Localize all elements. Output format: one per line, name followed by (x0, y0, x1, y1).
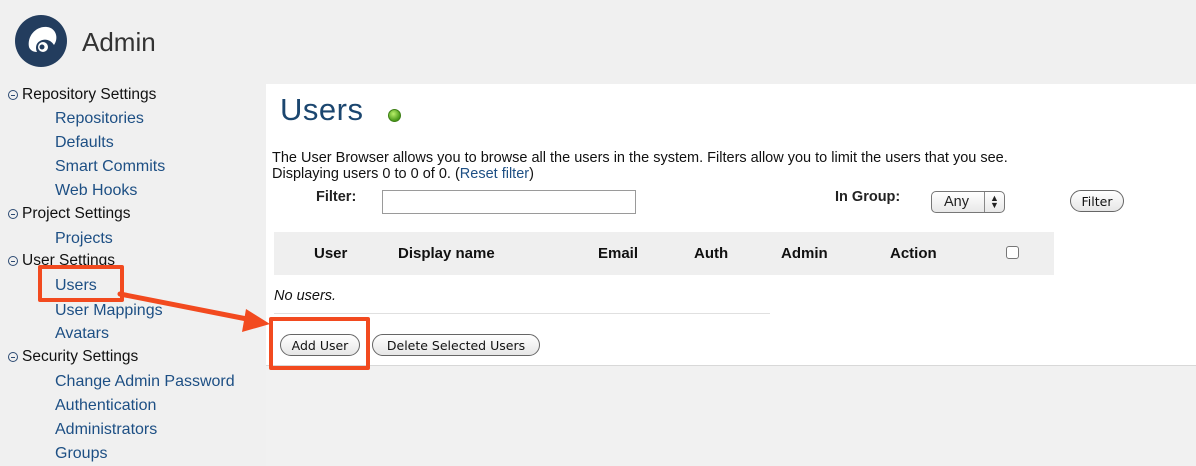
sidebar-section-security-settings[interactable]: Security Settings (8, 348, 138, 366)
sidebar-section-label: Security Settings (22, 348, 139, 365)
group-select-value: Any (944, 194, 969, 210)
delete-selected-users-button[interactable]: Delete Selected Users (372, 334, 540, 356)
highlight-add-user-box (269, 317, 370, 370)
column-header-admin[interactable]: Admin (781, 245, 828, 262)
description-line: The User Browser allows you to browse al… (272, 150, 1008, 166)
column-header-display-name[interactable]: Display name (398, 245, 495, 262)
users-table-header: User Display name Email Auth Admin Actio… (274, 232, 1054, 275)
sidebar-item-projects[interactable]: Projects (55, 230, 113, 248)
highlight-users-box (38, 265, 124, 302)
sidebar-item-authentication[interactable]: Authentication (55, 397, 156, 415)
sidebar-item-web-hooks[interactable]: Web Hooks (55, 182, 137, 200)
sidebar-item-user-mappings[interactable]: User Mappings (55, 302, 163, 320)
sidebar-item-groups[interactable]: Groups (55, 445, 107, 463)
sidebar-item-avatars[interactable]: Avatars (55, 325, 109, 343)
sidebar-item-smart-commits[interactable]: Smart Commits (55, 158, 165, 176)
collapse-icon[interactable] (8, 352, 18, 362)
reset-filter-link[interactable]: Reset filter (460, 166, 529, 182)
sidebar-section-label: Repository Settings (22, 86, 157, 103)
select-all-checkbox[interactable] (1006, 246, 1019, 259)
description-text: The User Browser allows you to browse al… (272, 150, 1172, 182)
app-title: Admin (82, 27, 156, 57)
filter-label: Filter: (316, 189, 357, 205)
table-empty-row: No users. (274, 275, 770, 314)
sidebar-item-change-admin-password[interactable]: Change Admin Password (55, 373, 235, 391)
select-arrows-icon: ▲ ▼ (984, 192, 1004, 212)
sidebar-item-defaults[interactable]: Defaults (55, 134, 114, 152)
sidebar-section-project-settings[interactable]: Project Settings (8, 205, 131, 223)
header: Admin (0, 0, 1196, 84)
column-header-email[interactable]: Email (598, 245, 638, 262)
sidebar-section-repository-settings[interactable]: Repository Settings (8, 86, 156, 104)
group-label: In Group: (835, 189, 901, 205)
group-select[interactable]: Any ▲ ▼ (931, 191, 1005, 213)
page-title: Users (280, 92, 364, 127)
sidebar-section-label: Project Settings (22, 205, 131, 222)
empty-table-text: No users. (274, 288, 337, 304)
filter-input[interactable] (382, 190, 636, 214)
collapse-icon[interactable] (8, 256, 18, 266)
main-panel: Users The User Browser allows you to bro… (266, 84, 1196, 365)
collapse-icon[interactable] (8, 90, 18, 100)
filter-button[interactable]: Filter (1070, 190, 1124, 212)
status-ok-icon (388, 109, 401, 122)
column-header-user[interactable]: User (314, 245, 347, 262)
divider (266, 365, 1196, 366)
column-header-auth[interactable]: Auth (694, 245, 728, 262)
column-header-action: Action (890, 245, 937, 262)
sidebar-item-repositories[interactable]: Repositories (55, 110, 144, 128)
sidebar-item-administrators[interactable]: Administrators (55, 421, 157, 439)
collapse-icon[interactable] (8, 209, 18, 219)
app-logo-icon[interactable] (14, 14, 68, 68)
displaying-close: ) (529, 166, 534, 182)
displaying-text: Displaying users 0 to 0 of 0. ( (272, 166, 460, 182)
displaying-count: Displaying users 0 to 0 of 0. (Reset fil… (272, 166, 1172, 182)
